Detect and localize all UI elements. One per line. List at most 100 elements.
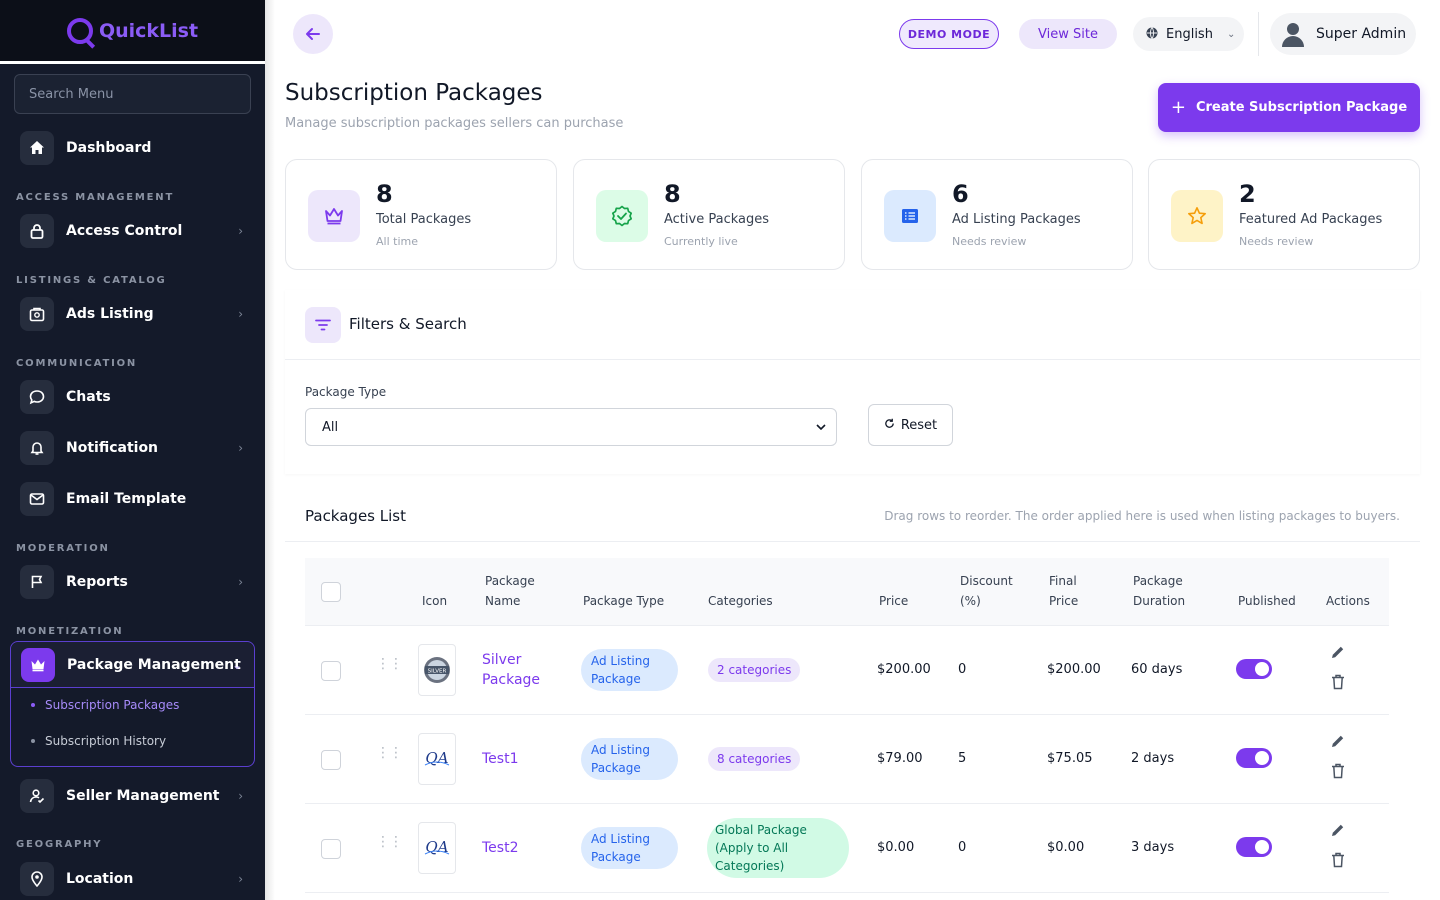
edit-icon[interactable] bbox=[1330, 733, 1346, 753]
package-name-link[interactable]: Test1 bbox=[482, 749, 552, 769]
row-checkbox[interactable] bbox=[321, 750, 341, 770]
drag-handle-icon[interactable]: ⋮⋮ bbox=[376, 657, 403, 677]
categories-badge[interactable]: Global Package (Apply to All Categories) bbox=[707, 818, 849, 878]
sidebar-item-location[interactable]: Location › bbox=[10, 856, 255, 900]
svg-text:SILVER: SILVER bbox=[428, 669, 447, 675]
package-management-group: Package Management ⌄ Subscription Packag… bbox=[10, 641, 255, 767]
chevron-right-icon: › bbox=[238, 575, 243, 589]
trash-icon[interactable] bbox=[1331, 674, 1345, 694]
stat-card-ad-listing-packages: 6 Ad Listing Packages Needs review bbox=[861, 159, 1133, 270]
published-toggle[interactable] bbox=[1236, 659, 1272, 679]
sidebar-item-label: Location bbox=[66, 871, 134, 887]
app-logo[interactable]: QuickList bbox=[66, 17, 199, 44]
filters-panel: Filters & Search Package Type All Reset bbox=[285, 290, 1420, 474]
stat-hint: Currently live bbox=[664, 235, 738, 248]
row-checkbox[interactable] bbox=[321, 661, 341, 681]
chevron-down-icon: ⌄ bbox=[231, 657, 242, 672]
sidebar-item-notification[interactable]: Notification › bbox=[10, 425, 255, 471]
price-cell: $200.00 bbox=[877, 662, 931, 677]
stat-hint: All time bbox=[376, 235, 418, 248]
sidebar-item-dashboard[interactable]: Dashboard bbox=[10, 125, 255, 171]
published-toggle[interactable] bbox=[1236, 837, 1272, 857]
user-menu[interactable]: Super Admin bbox=[1270, 13, 1416, 55]
package-type-select[interactable]: All bbox=[305, 408, 837, 446]
packages-list-panel: Packages List Drag rows to reorder. The … bbox=[285, 490, 1420, 900]
app-name: QuickList bbox=[98, 19, 199, 42]
sidebar-item-label: Package Management bbox=[67, 656, 241, 673]
package-name-link[interactable]: Silver Package bbox=[482, 650, 552, 690]
table-row[interactable]: ⋮⋮ SILVER Silver Package Ad Listing Packag… bbox=[305, 626, 1389, 715]
table-header: Icon Package Name Package Type Categories… bbox=[305, 558, 1389, 626]
trash-icon[interactable] bbox=[1331, 763, 1345, 783]
table-row[interactable]: ⋮⋮ QA Test2 Ad Listing Package Global Pac… bbox=[305, 804, 1389, 893]
package-name-link[interactable]: Test2 bbox=[482, 838, 552, 858]
row-checkbox[interactable] bbox=[321, 839, 341, 859]
categories-badge[interactable]: 8 categories bbox=[708, 747, 801, 771]
package-type-badge: Ad Listing Package bbox=[581, 649, 678, 691]
stat-label: Featured Ad Packages bbox=[1239, 212, 1383, 227]
sidebar-subitem-subscription-history[interactable]: Subscription History bbox=[31, 734, 166, 748]
search-menu-input[interactable]: Search Menu bbox=[14, 74, 251, 114]
language-selector[interactable]: English ⌄ bbox=[1133, 17, 1244, 51]
sidebar: QuickList Search Menu Dashboard ACCESS M… bbox=[0, 0, 265, 900]
sidebar-item-access-control[interactable]: Access Control › bbox=[10, 208, 255, 254]
arrow-left-icon bbox=[306, 28, 320, 40]
bag-search-icon bbox=[20, 297, 54, 331]
sidebar-subitem-label: Subscription History bbox=[45, 734, 167, 748]
final-price-cell: $200.00 bbox=[1047, 662, 1101, 677]
language-label: English bbox=[1166, 26, 1213, 42]
page-title: Subscription Packages bbox=[285, 80, 543, 106]
stat-value: 8 bbox=[376, 180, 393, 208]
stat-card-total-packages: 8 Total Packages All time bbox=[285, 159, 557, 270]
column-header-package-type: Package Type bbox=[583, 594, 665, 608]
list-icon bbox=[884, 190, 936, 242]
lock-icon bbox=[20, 214, 54, 248]
reset-button[interactable]: Reset bbox=[868, 404, 953, 446]
final-price-cell: $75.05 bbox=[1047, 751, 1093, 766]
drag-handle-icon[interactable]: ⋮⋮ bbox=[376, 746, 403, 766]
section-access: ACCESS MANAGEMENT bbox=[16, 192, 175, 203]
column-header-actions: Actions bbox=[1326, 594, 1370, 608]
page-subtitle: Manage subscription packages sellers can… bbox=[285, 116, 624, 131]
back-button[interactable] bbox=[293, 14, 333, 54]
edit-icon[interactable] bbox=[1330, 822, 1346, 842]
sidebar-item-ads-listing[interactable]: Ads Listing › bbox=[10, 291, 255, 337]
packages-list-hint: Drag rows to reorder. The order applied … bbox=[884, 509, 1400, 523]
sidebar-item-label: Access Control bbox=[66, 223, 183, 239]
flag-icon bbox=[20, 565, 54, 599]
package-icon: QA bbox=[418, 822, 456, 874]
package-type-value: All bbox=[322, 419, 339, 435]
stat-value: 2 bbox=[1239, 180, 1256, 208]
edit-icon[interactable] bbox=[1330, 644, 1346, 664]
sidebar-shadow bbox=[265, 0, 275, 900]
mail-icon bbox=[20, 482, 54, 516]
column-header-categories: Categories bbox=[708, 594, 773, 608]
sidebar-item-label: Chats bbox=[66, 389, 111, 405]
sidebar-item-package-management[interactable]: Package Management ⌄ bbox=[11, 642, 254, 688]
bullet-icon bbox=[31, 739, 35, 743]
table-row[interactable]: ⋮⋮ QA Test1 Ad Listing Package 8 categori… bbox=[305, 715, 1389, 804]
stat-hint: Needs review bbox=[1239, 235, 1314, 248]
sidebar-subitem-subscription-packages[interactable]: Subscription Packages bbox=[31, 698, 179, 712]
published-toggle[interactable] bbox=[1236, 748, 1272, 768]
view-site-button[interactable]: View Site bbox=[1019, 19, 1117, 49]
duration-cell: 60 days bbox=[1131, 662, 1183, 677]
sidebar-item-email-template[interactable]: Email Template bbox=[10, 476, 255, 522]
trash-icon[interactable] bbox=[1331, 852, 1345, 872]
sidebar-item-seller-management[interactable]: Seller Management › bbox=[10, 773, 255, 819]
package-icon: QA bbox=[418, 733, 456, 785]
package-icon: SILVER bbox=[418, 644, 456, 696]
create-subscription-package-button[interactable]: + Create Subscription Package bbox=[1158, 83, 1420, 132]
user-name: Super Admin bbox=[1316, 26, 1407, 42]
packages-list-title: Packages List bbox=[305, 507, 406, 525]
sidebar-item-reports[interactable]: Reports › bbox=[10, 559, 255, 605]
drag-handle-icon[interactable]: ⋮⋮ bbox=[376, 835, 403, 855]
chevron-right-icon: › bbox=[238, 307, 243, 321]
stat-card-featured-ad-packages: 2 Featured Ad Packages Needs review bbox=[1148, 159, 1420, 270]
price-cell: $0.00 bbox=[877, 840, 915, 855]
duration-cell: 2 days bbox=[1131, 751, 1175, 766]
categories-badge[interactable]: 2 categories bbox=[708, 658, 801, 682]
select-all-checkbox[interactable] bbox=[321, 582, 341, 602]
sidebar-item-chats[interactable]: Chats bbox=[10, 374, 255, 420]
svg-text:QA: QA bbox=[425, 838, 448, 856]
